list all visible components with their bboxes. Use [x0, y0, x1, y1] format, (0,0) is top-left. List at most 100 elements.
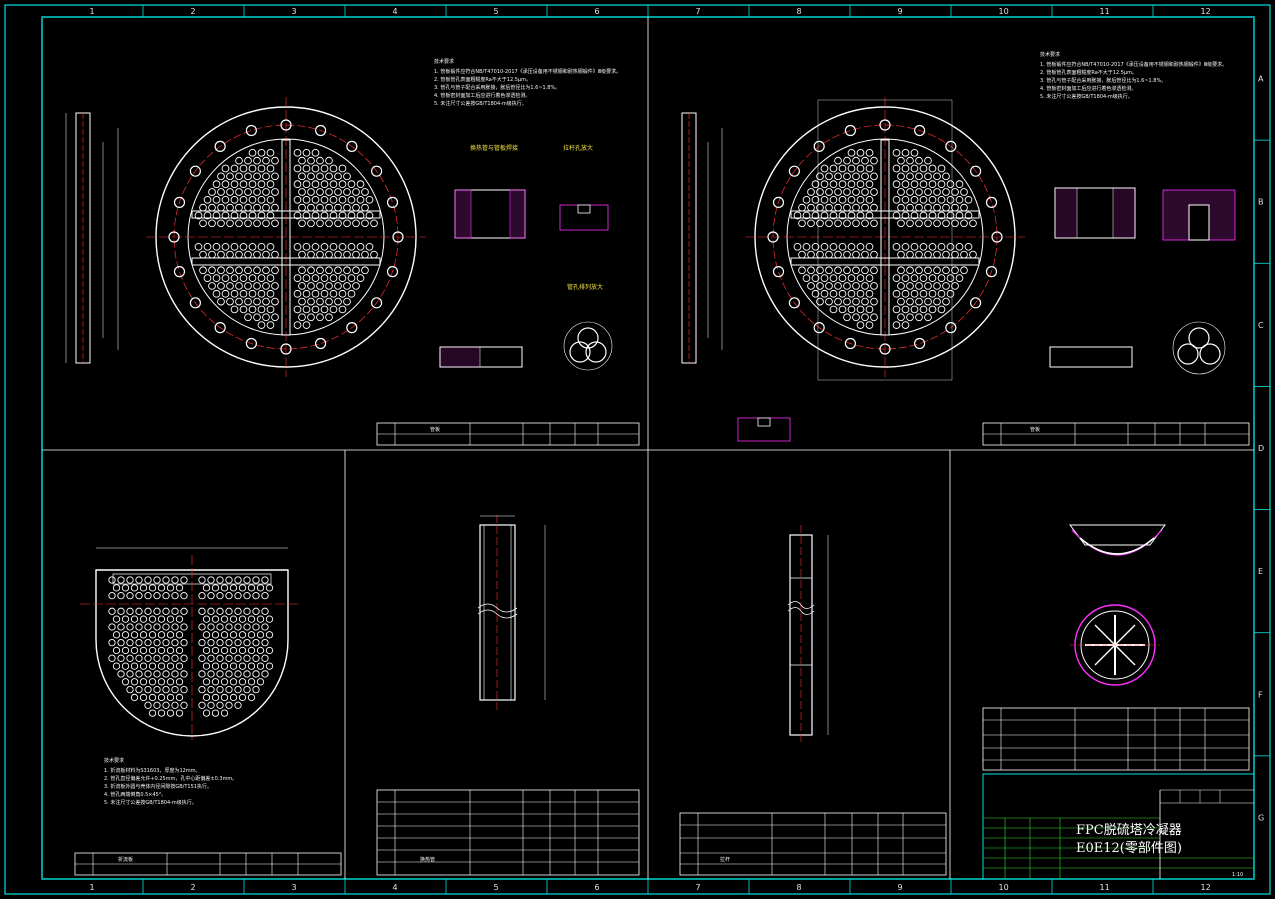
- baffle-hole: [198, 592, 206, 600]
- tube-hole: [230, 274, 239, 282]
- tube-hole: [861, 266, 869, 275]
- baffle-hole: [234, 701, 242, 709]
- tube-hole: [257, 148, 266, 157]
- baffle-hole: [234, 607, 242, 615]
- baffle-hole: [144, 638, 152, 647]
- tube-hole: [825, 203, 833, 212]
- baffle-hole: [229, 631, 238, 639]
- baffle-hole: [144, 685, 152, 694]
- tube-hole: [906, 203, 914, 212]
- tube-hole: [212, 195, 221, 204]
- tube-hole: [302, 274, 311, 282]
- row-label: B: [1258, 198, 1264, 207]
- tube-hole: [919, 305, 928, 314]
- tube-hole: [235, 250, 243, 259]
- tube-hole: [915, 156, 923, 165]
- baffle-hole: [162, 685, 170, 694]
- tube-hole: [843, 203, 851, 212]
- baffle-hole: [117, 576, 125, 584]
- tube-hole: [311, 289, 320, 298]
- tube-hole: [838, 242, 847, 251]
- tube-hole: [352, 266, 360, 275]
- tube-hole: [239, 274, 248, 282]
- baffle-hole: [180, 701, 188, 709]
- baffle-hole: [261, 592, 269, 600]
- tube-hole: [235, 156, 243, 165]
- tube-hole: [856, 148, 865, 157]
- tube-hole: [266, 164, 275, 173]
- baffle-hole: [220, 615, 229, 623]
- baffle-hole: [265, 646, 274, 655]
- tube-hole: [897, 203, 905, 212]
- column-label-bottom: 7: [696, 883, 701, 892]
- tube-hole: [239, 180, 248, 189]
- baffle-hole: [216, 592, 224, 600]
- baffle-hole: [157, 584, 166, 592]
- baffle-hole: [130, 646, 139, 655]
- baffle-hole: [157, 615, 166, 623]
- tube-hole: [230, 195, 239, 204]
- tube-hole: [356, 180, 365, 189]
- tube-hole: [203, 242, 212, 251]
- tube-hole: [838, 289, 847, 298]
- bolt-hole: [245, 124, 257, 137]
- baffle-hole: [153, 623, 161, 631]
- tube-hole: [311, 164, 320, 173]
- tube-hole: [834, 266, 842, 275]
- baffle-hole: [256, 646, 265, 655]
- tube-hole: [852, 188, 860, 196]
- tube-hole: [253, 266, 261, 275]
- tube-hole: [910, 164, 919, 173]
- svg-text:技术要求: 技术要求: [434, 58, 454, 65]
- tube-hole: [852, 203, 860, 212]
- baffle-hole: [130, 693, 139, 702]
- tube-hole: [262, 250, 270, 259]
- tube-hole: [915, 219, 923, 228]
- baffle-hole: [148, 646, 157, 655]
- tube-hole: [942, 266, 950, 275]
- tube-hole: [271, 297, 279, 306]
- baffle-hole: [207, 623, 215, 631]
- baffle-hole: [238, 678, 247, 686]
- tube-hole: [924, 266, 932, 275]
- svg-text:技术要求: 技术要求: [104, 757, 124, 764]
- baffle-hole: [238, 693, 247, 702]
- baffle-hole: [171, 701, 179, 709]
- baffle-hole: [243, 685, 251, 694]
- baffle-hole: [261, 638, 269, 647]
- baffle-hole: [211, 631, 220, 639]
- baffle-hole: [180, 592, 188, 600]
- tube-hole: [820, 180, 829, 189]
- tube-hole: [924, 172, 932, 181]
- column-label-top: 7: [696, 7, 701, 16]
- baffle-hole: [117, 607, 125, 615]
- tube-hole: [221, 274, 230, 282]
- baffle-hole: [112, 615, 121, 623]
- baffle-hole: [126, 576, 134, 584]
- tube-hole: [316, 282, 324, 290]
- column-label-top: 6: [595, 7, 600, 16]
- column-label-top: 10: [999, 7, 1009, 16]
- tube-hole: [951, 282, 959, 290]
- tube-hole: [334, 172, 342, 181]
- tube-hole: [271, 203, 279, 212]
- baffle-hole: [198, 670, 206, 678]
- baffle-hole: [139, 584, 148, 592]
- baffle-hole: [139, 662, 148, 670]
- baffle-hole: [229, 584, 238, 592]
- tube-hole: [248, 274, 257, 282]
- baffle-hole: [202, 678, 211, 686]
- tube-hole: [928, 242, 937, 251]
- tube-hole: [230, 180, 239, 189]
- tube-hole: [861, 219, 869, 228]
- tube-hole: [352, 188, 360, 196]
- tube-hole: [334, 266, 342, 275]
- tube-hole: [901, 242, 910, 251]
- tube-hole: [226, 282, 234, 290]
- tube-hole: [870, 282, 878, 290]
- tube-hole: [942, 282, 950, 290]
- baffle-hole: [153, 607, 161, 615]
- tube-hole: [293, 289, 302, 298]
- tube-hole: [293, 274, 302, 282]
- tube-hole: [307, 282, 315, 290]
